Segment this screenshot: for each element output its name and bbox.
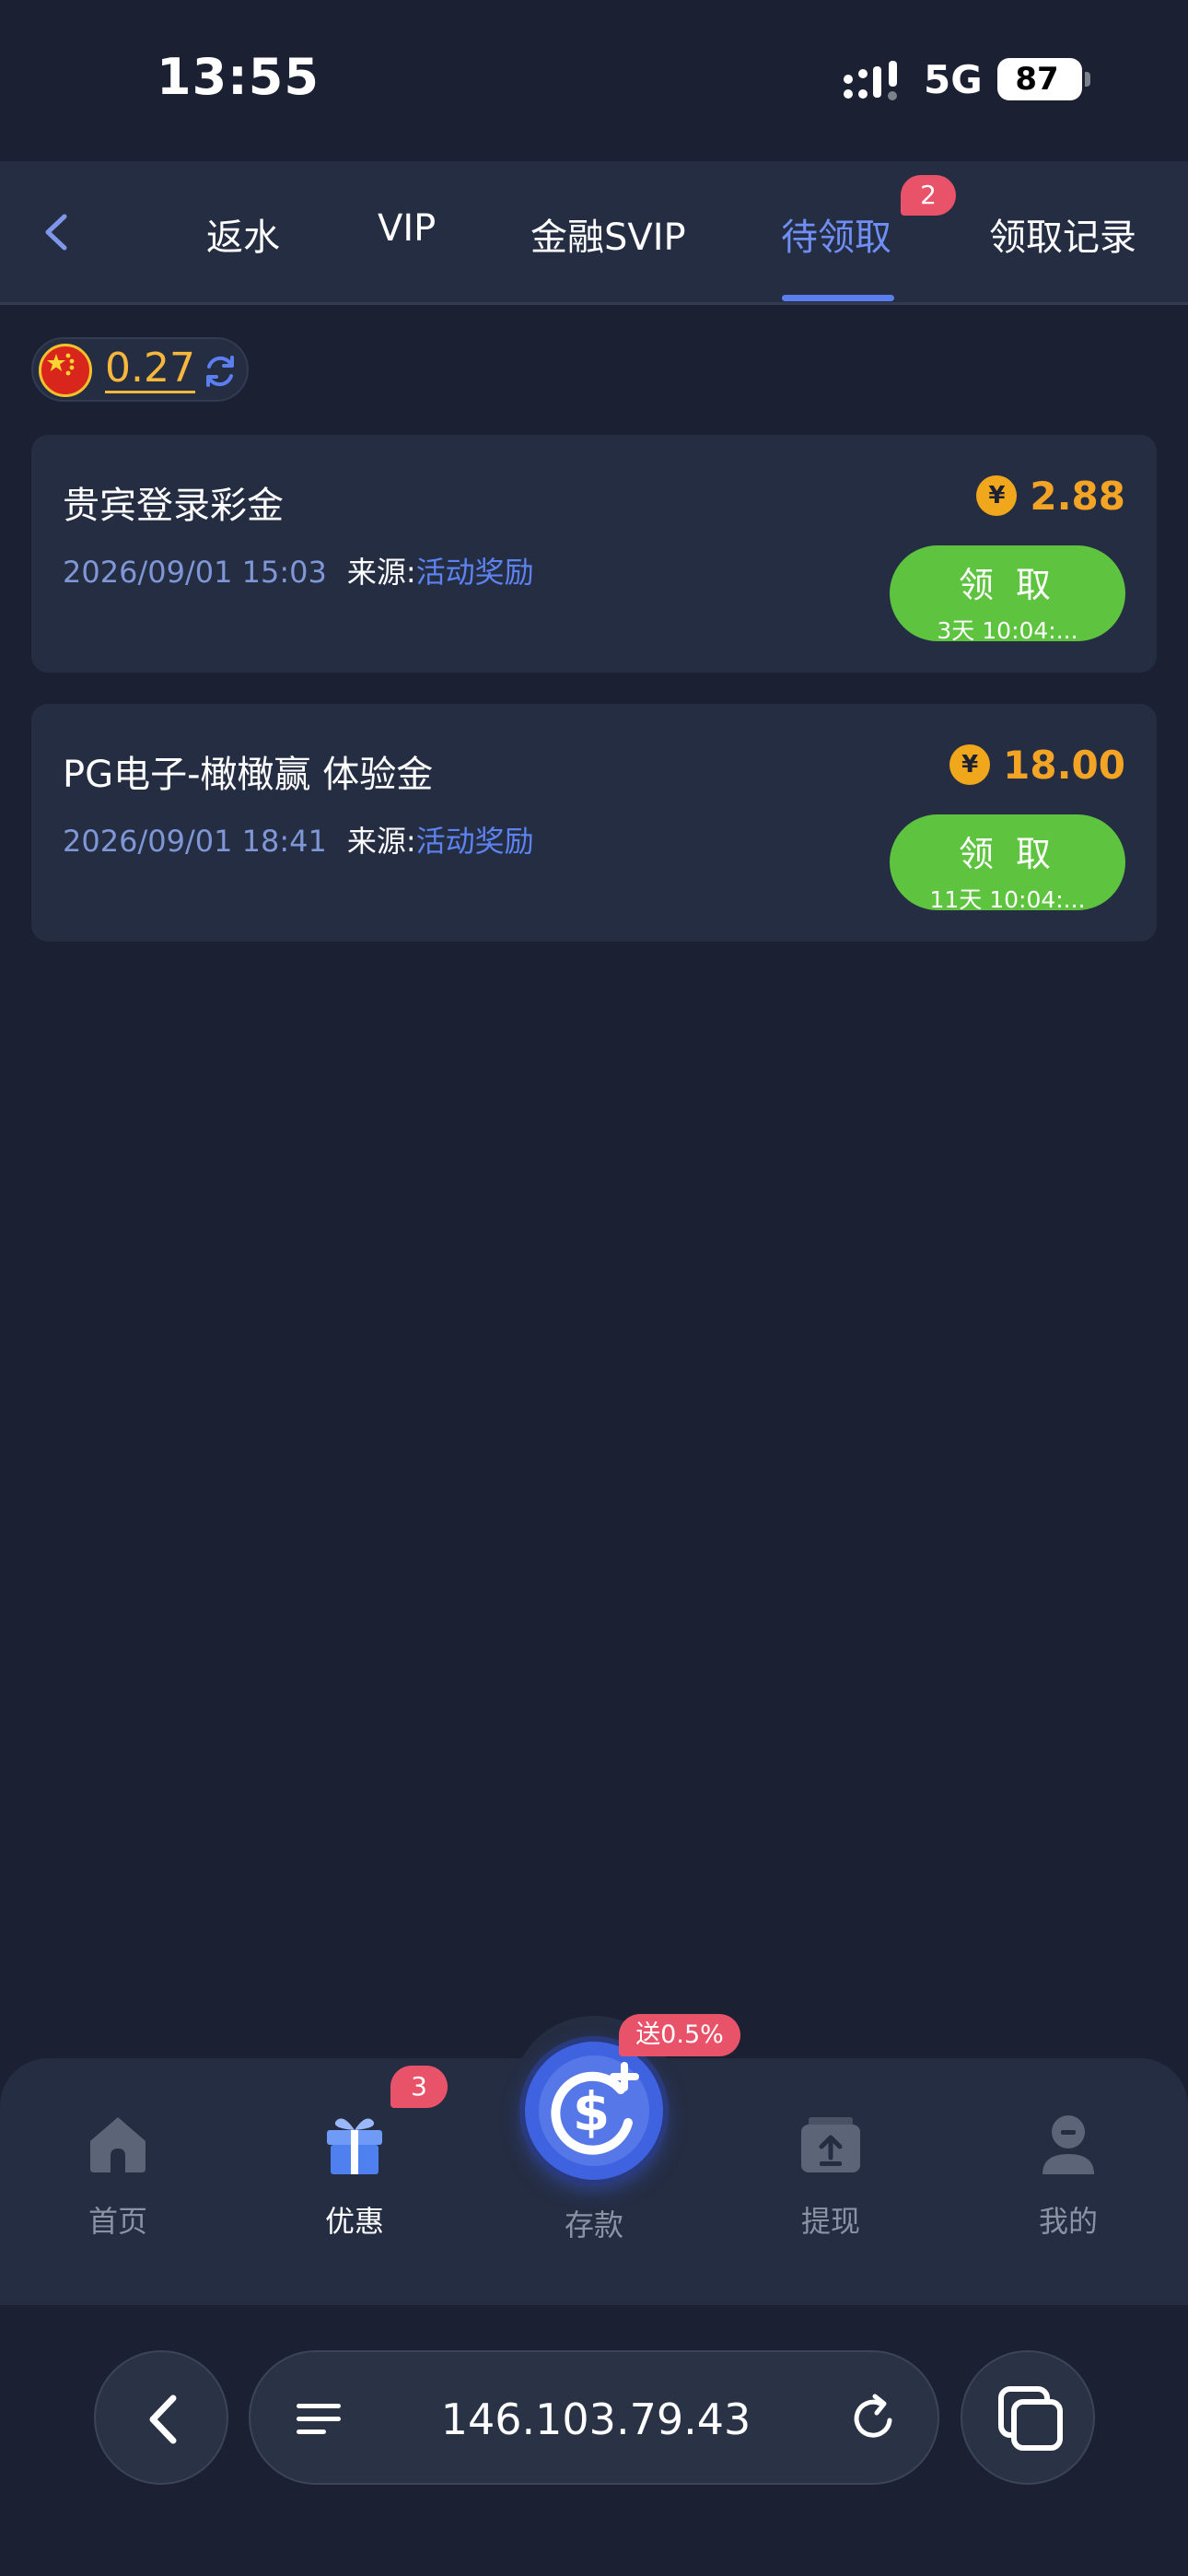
nav-withdraw-label: 提现 (800, 2204, 860, 2239)
url-text[interactable]: 146.103.79.43 (250, 2352, 941, 2487)
status-bar: 13:55 5G 87 (0, 0, 1188, 161)
reward-amount: ¥ 18.00 (949, 739, 1125, 790)
yuan-coin-icon: ¥ (976, 475, 1018, 516)
reward-tabbar: 返水 VIP 金融SVIP 待领取 2 领取记录 (0, 161, 1188, 305)
status-time: 13:55 (157, 48, 320, 106)
page: 13:55 5G 87 返水 VIP 金融SVIP 待领取 2 领取记录 0.2… (0, 0, 1188, 2576)
browser-tabs-button[interactable] (961, 2350, 1095, 2485)
nav-profile-label: 我的 (1038, 2204, 1098, 2239)
refresh-icon[interactable] (201, 352, 239, 391)
claim-button[interactable]: 领 取 11天 10:04:... (890, 814, 1125, 913)
promotions-count-badge: 3 (390, 2066, 448, 2108)
claim-countdown: 3天 10:04:... (937, 617, 1078, 644)
tab-rebate[interactable]: 返水 (206, 207, 280, 261)
pending-count-badge: 2 (901, 175, 956, 216)
withdraw-icon (801, 2117, 860, 2172)
nav-profile[interactable]: 我的 (995, 2104, 1142, 2241)
reload-icon[interactable] (849, 2393, 901, 2444)
reward-title: 贵宾登录彩金 (63, 485, 284, 527)
svg-text:$: $ (573, 2080, 610, 2143)
tab-vip[interactable]: VIP (378, 207, 436, 250)
network-type: 5G (924, 57, 983, 102)
reward-date: 2026/09/01 15:03 (63, 555, 327, 590)
reward-source-value: 活动奖励 (415, 824, 534, 859)
reward-amount-value: 18.00 (1003, 742, 1125, 788)
reward-source-label: 来源: (346, 824, 416, 859)
balance-amount: 0.27 (105, 345, 195, 393)
nav-promotions-label: 优惠 (324, 2204, 384, 2239)
chevron-left-icon (149, 2395, 177, 2444)
active-tab-indicator (782, 295, 894, 301)
nav-home[interactable]: 首页 (44, 2104, 192, 2241)
reward-date: 2026/09/01 18:41 (63, 824, 327, 859)
deposit-dollar-icon: $ (539, 2055, 649, 2166)
tab-finance-svip[interactable]: 金融SVIP (530, 207, 686, 261)
claim-countdown: 11天 10:04:... (929, 886, 1086, 913)
deposit-button[interactable]: $ (525, 2042, 663, 2180)
browser-back-button[interactable] (94, 2350, 228, 2485)
profile-icon (1042, 2115, 1094, 2174)
home-icon (90, 2117, 146, 2172)
signal-icon (844, 61, 897, 100)
reward-meta: 2026/09/01 15:03 来源:活动奖励 (63, 549, 534, 591)
tab-pending-claim[interactable]: 待领取 (781, 207, 891, 261)
reward-source-value: 活动奖励 (415, 555, 534, 590)
reward-card: PG电子-橄橄赢 体验金 2026/09/01 18:41 来源:活动奖励 ¥ 1… (31, 704, 1157, 942)
balance-pill: 0.27 (31, 337, 249, 402)
back-arrow-icon[interactable] (26, 200, 90, 264)
china-flag-icon (39, 344, 92, 397)
claim-button-label: 领 取 (958, 565, 1057, 605)
battery-icon: 87 (997, 58, 1090, 100)
reward-card: 贵宾登录彩金 2026/09/01 15:03 来源:活动奖励 ¥ 2.88 领 … (31, 435, 1157, 673)
yuan-coin-icon: ¥ (949, 744, 991, 785)
claim-button-label: 领 取 (958, 834, 1057, 874)
nav-withdraw[interactable]: 提现 (757, 2104, 904, 2241)
gift-icon (327, 2118, 382, 2174)
nav-home-label: 首页 (87, 2204, 147, 2239)
reward-meta: 2026/09/01 18:41 来源:活动奖励 (63, 818, 534, 861)
tabs-copy-icon (998, 2386, 1063, 2451)
reward-title: PG电子-橄橄赢 体验金 (63, 754, 434, 796)
claim-button[interactable]: 领 取 3天 10:04:... (890, 545, 1125, 644)
battery-level: 87 (1015, 61, 1059, 98)
reward-source-label: 来源: (346, 555, 416, 590)
tab-claim-history[interactable]: 领取记录 (989, 207, 1136, 261)
nav-promotions[interactable]: 优惠 (281, 2104, 428, 2241)
nav-deposit-label[interactable]: 存款 (520, 2202, 668, 2244)
reward-amount-value: 2.88 (1030, 473, 1125, 519)
deposit-promo-badge: 送0.5% (619, 2014, 740, 2056)
reward-amount: ¥ 2.88 (976, 470, 1125, 521)
address-bar[interactable]: 146.103.79.43 (249, 2350, 939, 2485)
